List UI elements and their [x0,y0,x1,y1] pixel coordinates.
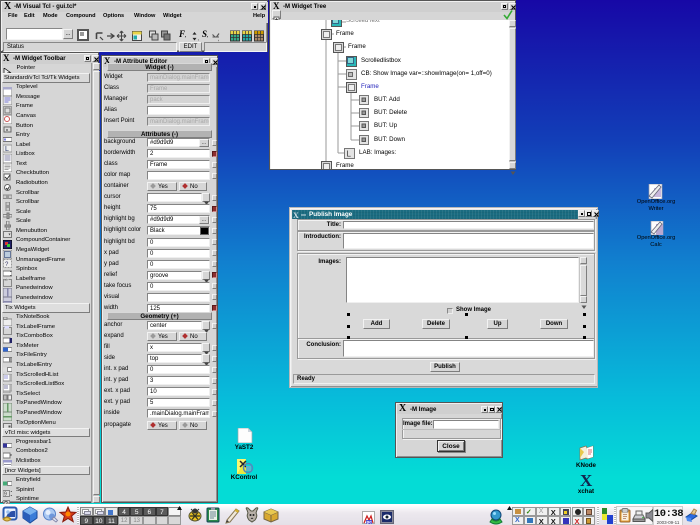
svg-text:X: X [293,211,299,219]
svg-text:L: L [347,150,352,159]
svg-text:pc: pc [367,520,373,525]
svg-text:ab: ab [5,278,9,282]
